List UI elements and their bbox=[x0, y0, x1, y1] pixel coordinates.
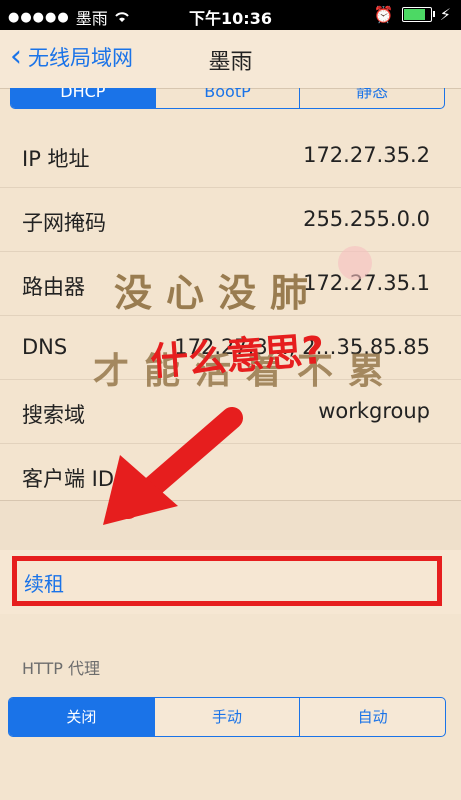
red-arrow-icon bbox=[103, 407, 243, 525]
